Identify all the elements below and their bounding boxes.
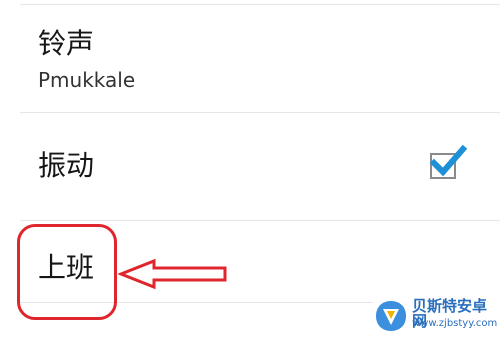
divider-1 [20,112,500,113]
annotation-highlight-box [17,224,117,320]
watermark-logo-icon [376,301,406,331]
divider-2 [20,220,500,221]
watermark-url: www.zjbstyy.com [412,318,498,329]
top-divider [20,4,500,5]
ringtone-label: 铃声 [38,27,95,60]
ringtone-value: Pmukkale [38,68,136,92]
vibrate-label: 振动 [38,149,95,182]
annotation-arrow-icon [118,258,227,290]
watermark: 贝斯特安卓网 www.zjbstyy.com [372,296,500,338]
checkmark-icon [429,145,468,177]
vibrate-checkbox[interactable] [429,145,468,179]
